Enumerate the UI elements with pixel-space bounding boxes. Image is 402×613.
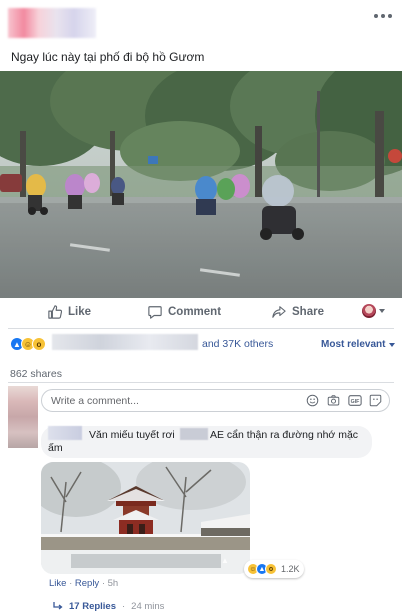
share-label: Share (292, 306, 324, 318)
post-action-bar: Like Comment Share (0, 301, 402, 323)
comment-bubble-icon (148, 306, 162, 319)
comment-sort-label: Most relevant (321, 339, 386, 350)
snowy-temple-image: ▲ (41, 462, 250, 574)
rainy-street-image (0, 71, 402, 298)
separator-dot: · (122, 601, 126, 612)
commenter-name-blurred[interactable] (48, 426, 82, 440)
gif-icon[interactable]: GIF (347, 393, 362, 408)
share-arrow-icon (272, 306, 286, 318)
thumbs-up-icon (48, 305, 62, 319)
svg-text:GIF: GIF (350, 399, 360, 405)
comment-reply-link[interactable]: Reply (75, 578, 99, 589)
camera-icon[interactable] (326, 393, 341, 408)
user-avatar-blurred (8, 386, 38, 448)
comment-tag-blurred[interactable] (180, 428, 208, 440)
sticker-icon[interactable] (368, 393, 383, 408)
comment-text: Văn miếu tuyết rơi (89, 429, 175, 441)
reactor-names-blurred[interactable] (52, 334, 198, 350)
comment-label: Comment (168, 306, 222, 318)
like-button[interactable]: Like (48, 301, 91, 323)
reactions-count[interactable]: and 37K others (202, 338, 273, 350)
like-label: Like (68, 306, 92, 318)
comment-input[interactable]: Write a comment... GIF (41, 389, 390, 412)
divider (8, 382, 394, 383)
wow-reaction-icon: o (32, 337, 46, 351)
replies-timestamp: 24 mins (131, 601, 165, 612)
wow-reaction-icon: o (265, 563, 277, 575)
composer-tools: GIF (305, 393, 383, 408)
emoji-icon[interactable] (305, 393, 320, 408)
comment-button[interactable]: Comment (148, 301, 221, 323)
replies-count-link[interactable]: 17 Replies (69, 601, 116, 612)
more-options-icon[interactable] (372, 9, 394, 23)
comment-input-placeholder: Write a comment... (51, 395, 139, 407)
comment-text-line2: ấm (48, 442, 63, 454)
author-info-blurred[interactable] (8, 8, 96, 38)
comment-sort-dropdown[interactable]: Most relevant (321, 339, 396, 350)
separator-dot: · (99, 578, 108, 589)
comment-photo[interactable]: ▲ (41, 462, 250, 574)
separator-dot: · (66, 578, 75, 589)
comment-text-continued: AE cẩn thận ra đường nhớ mặc (210, 429, 359, 441)
shares-count[interactable]: 862 shares (10, 368, 62, 380)
share-button[interactable]: Share (272, 301, 324, 323)
reaction-icons[interactable]: ▲ ☺ o (10, 337, 46, 353)
post-as-selector[interactable] (362, 304, 385, 318)
svg-text:▲: ▲ (221, 556, 229, 565)
comment-timestamp: 5h (107, 578, 119, 589)
view-replies[interactable]: 17 Replies · 24 mins (53, 601, 164, 612)
comment-reactions[interactable]: ☺ ▲ o 1.2K (244, 560, 304, 578)
comment-like-link[interactable]: Like (49, 578, 66, 589)
post-text: Ngay lúc này tại phố đi bộ hồ Gươm (11, 50, 205, 64)
comment-reaction-count: 1.2K (281, 564, 300, 574)
reply-arrow-icon (53, 602, 63, 610)
post-photo[interactable] (0, 71, 402, 298)
page-avatar (362, 304, 376, 318)
caret-down-icon (389, 342, 396, 347)
divider (8, 328, 394, 329)
caret-down-icon (379, 309, 385, 313)
comment-meta: Like · Reply · 5h (49, 578, 118, 589)
